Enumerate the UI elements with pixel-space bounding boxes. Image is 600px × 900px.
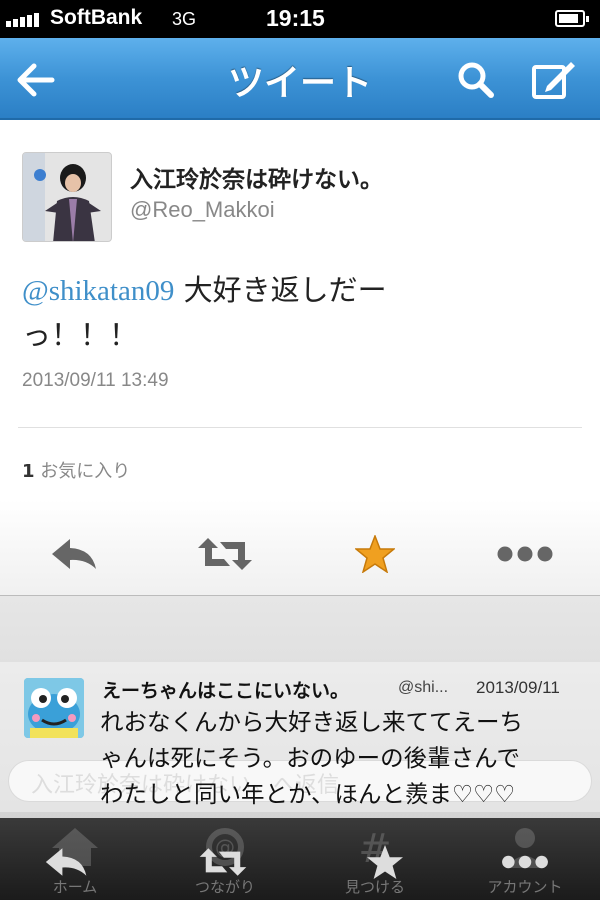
retweet-icon (199, 848, 247, 876)
status-time: 19:15 (266, 5, 325, 31)
reply-text-line3: わたしと同い年とか、ほんと羨ま♡♡♡ (100, 780, 516, 808)
tweet-text-line2: っ！！！ (22, 318, 139, 352)
reply-text-line1: れおなくんから大好き返し来ててえーち (100, 708, 523, 736)
floating-reply-button[interactable] (42, 842, 92, 882)
floating-more-button[interactable] (500, 842, 550, 882)
favorite-star-icon (367, 844, 403, 880)
favorite-star-icon (355, 535, 395, 573)
reply-icon (45, 848, 87, 876)
compose-icon (532, 62, 575, 99)
reply-text-line2: ゃんは死にそう。おのゆーの後輩さんで (100, 744, 520, 772)
mention-link[interactable]: @shikatan09 (22, 275, 174, 307)
user-display-name[interactable]: 入江玲於奈は砕けない。 (130, 160, 383, 194)
floating-favorite-button[interactable] (360, 842, 410, 882)
carrier-name: SoftBank (50, 6, 143, 29)
user-avatar[interactable] (22, 152, 112, 242)
favorite-count-number: 1 (22, 461, 35, 482)
avatar-image-icon (23, 153, 111, 241)
reply-user-avatar[interactable] (24, 678, 84, 738)
favorite-button[interactable] (345, 532, 405, 576)
favorite-count-label: お気に入り (34, 461, 131, 482)
more-icon (502, 855, 548, 869)
reply-tweet-date: 2013/09/11 (476, 678, 560, 697)
floating-retweet-button[interactable] (198, 842, 248, 882)
reply-icon (52, 539, 96, 569)
reply-tweet-overlay[interactable]: えーちゃんはここにいない。 @shi... 2013/09/11 れおなくんから… (0, 662, 600, 812)
navigation-bar: ツイート (0, 38, 600, 120)
search-button[interactable] (452, 56, 500, 104)
favorite-count[interactable]: 1 お気に入り (22, 457, 130, 483)
more-icon (497, 546, 553, 562)
reply-tweet-body: れおなくんから大好き返し来ててえーち ゃんは死にそう。おのゆーの後輩さんで わた… (100, 704, 578, 812)
compose-button[interactable] (530, 56, 578, 104)
frog-avatar-icon (24, 678, 84, 738)
reply-button[interactable] (45, 532, 105, 576)
network-type: 3G (172, 9, 197, 29)
tweet-body: @shikatan09 大好き返しだー っ！！！ (22, 268, 492, 357)
retweet-button[interactable] (195, 532, 255, 576)
divider (18, 427, 582, 428)
more-button[interactable] (495, 532, 555, 576)
retweet-icon (198, 538, 252, 570)
reply-user-handle: @shi... (398, 679, 449, 696)
battery-icon (555, 10, 589, 27)
tweet-text-line1: 大好き返しだー (174, 273, 387, 307)
reply-user-display-name: えーちゃんはここにいない。 (102, 680, 350, 702)
status-bar: SoftBank 3G 19:15 (0, 0, 600, 38)
signal-strength-icon (6, 13, 39, 27)
tweet-timestamp: 2013/09/11 13:49 (22, 370, 169, 391)
tweet-actions (0, 520, 600, 590)
page-title: ツイート (227, 63, 372, 104)
search-icon (458, 62, 494, 98)
tweet-detail-card: 入江玲於奈は砕けない。 @Reo_Makkoi @shikatan09 大好き返… (0, 120, 600, 595)
user-handle[interactable]: @Reo_Makkoi (130, 197, 275, 223)
